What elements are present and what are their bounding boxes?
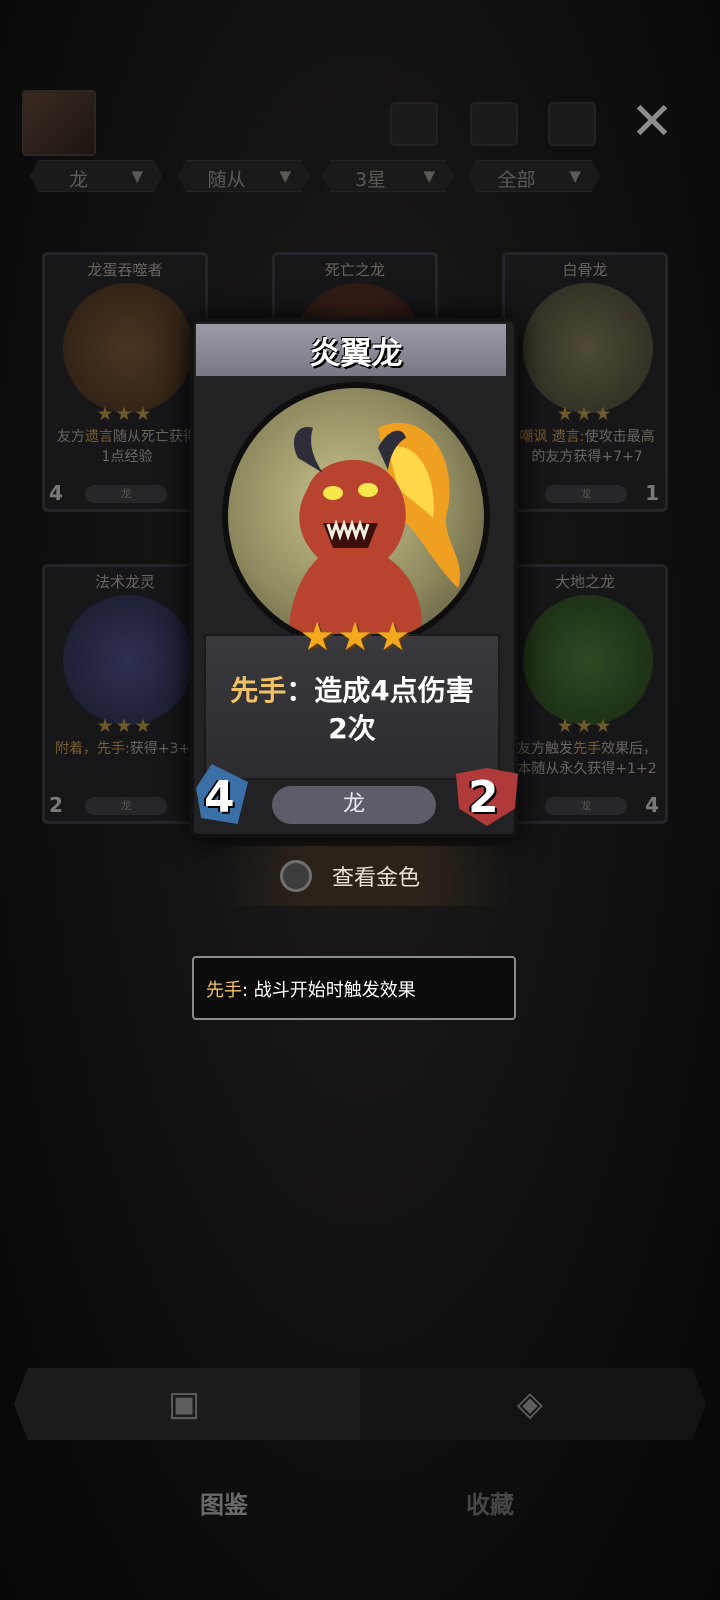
card-title: 炎翼龙 bbox=[309, 336, 403, 372]
desc-text: 2次 bbox=[328, 712, 376, 745]
filter-stars[interactable]: 3星 ▼ bbox=[322, 160, 454, 192]
desc-keyword: 先手 bbox=[573, 741, 601, 757]
card-stars: ★★★ bbox=[96, 715, 154, 737]
cards-icon: ▣ bbox=[167, 1384, 201, 1424]
dragon-portrait bbox=[222, 382, 490, 650]
filter-label: 3星 bbox=[354, 169, 387, 191]
desc-keyword[interactable]: 先手 bbox=[230, 674, 286, 707]
filter-dropdown-icon: ▼ bbox=[423, 167, 435, 185]
keyword-tooltip: 先手: 战斗开始时触发效果 bbox=[192, 956, 516, 1020]
gear-icon[interactable] bbox=[548, 102, 596, 146]
card-tribe: 龙 bbox=[545, 797, 627, 815]
card-description: 先手：造成4点伤害 2次 bbox=[204, 672, 500, 748]
tab-codex[interactable]: ▣ bbox=[14, 1368, 360, 1440]
filter-label: 全部 bbox=[497, 169, 536, 191]
minion-card[interactable]: 法术龙灵 ★★★ 附着，先手:获得+3+3 龙 2 bbox=[42, 564, 208, 824]
card-title: 死亡之龙 bbox=[324, 261, 385, 279]
filter-label: 龙 bbox=[68, 169, 88, 191]
desc-keyword: 附着，先手: bbox=[55, 741, 130, 757]
card-tribe: 龙 bbox=[545, 485, 627, 503]
card-health: 4 bbox=[645, 793, 659, 817]
minion-card[interactable]: 白骨龙 ★★★ 嘲讽 遗言:使攻击最高的友方获得+7+7 龙 1 bbox=[502, 252, 668, 512]
filter-dropdown-icon: ▼ bbox=[131, 167, 143, 185]
card-stars: ★★★ bbox=[299, 614, 413, 660]
card-description: 附着，先手:获得+3+3 bbox=[55, 739, 199, 759]
minion-card[interactable]: 大地之龙 ★★★ 友方触发先手效果后，本随从永久获得+1+2 龙 4 bbox=[502, 564, 668, 824]
card-title: 龙蛋吞噬者 bbox=[87, 261, 163, 279]
tooltip-keyword: 先手 bbox=[206, 980, 242, 1001]
filter-all[interactable]: 全部 ▼ bbox=[468, 160, 600, 192]
menu-icon[interactable] bbox=[390, 102, 438, 146]
card-tribe: 龙 bbox=[272, 786, 436, 824]
desc-keyword: 遗言 bbox=[85, 429, 113, 445]
card-stars: ★★★ bbox=[96, 403, 154, 425]
desc-text: 随从死亡获得1点经验 bbox=[101, 429, 197, 465]
card-tribe: 龙 bbox=[85, 797, 167, 815]
card-title: 大地之龙 bbox=[554, 573, 615, 591]
tooltip-text: 先手: 战斗开始时触发效果 bbox=[206, 976, 416, 1002]
radio-button[interactable] bbox=[280, 860, 312, 892]
desc-keyword: 嘲讽 遗言: bbox=[519, 429, 585, 445]
view-gold-toggle[interactable]: 查看金色 bbox=[220, 846, 510, 906]
card-attack: 4 bbox=[49, 481, 63, 505]
card-attack: 4 bbox=[204, 772, 235, 823]
filter-dropdown-icon: ▼ bbox=[569, 167, 581, 185]
tab-collection-label[interactable]: 收藏 bbox=[466, 1485, 514, 1520]
card-stars: ★★★ bbox=[556, 715, 614, 737]
tooltip-description: : 战斗开始时触发效果 bbox=[242, 980, 416, 1001]
card-description: 嘲讽 遗言:使攻击最高的友方获得+7+7 bbox=[515, 427, 659, 467]
tab-codex-label[interactable]: 图鉴 bbox=[200, 1485, 248, 1520]
close-icon[interactable]: ✕ bbox=[624, 94, 680, 150]
card-title: 白骨龙 bbox=[562, 261, 608, 279]
card-health: 2 bbox=[468, 772, 499, 823]
collection-icon: ◈ bbox=[516, 1384, 544, 1424]
card-description: 友方遗言随从死亡获得1点经验 bbox=[55, 427, 199, 467]
card-portrait bbox=[63, 595, 193, 725]
filter-label: 随从 bbox=[207, 169, 246, 191]
card-tribe: 龙 bbox=[85, 485, 167, 503]
view-gold-label: 查看金色 bbox=[332, 866, 421, 891]
top-bar: ✕ bbox=[0, 88, 720, 158]
book-icon[interactable] bbox=[470, 102, 518, 146]
filter-tribe[interactable]: 龙 ▼ bbox=[30, 160, 162, 192]
desc-text: ：造成4点伤害 bbox=[286, 674, 474, 707]
desc-text: 友方 bbox=[57, 429, 85, 445]
tab-collection[interactable]: ◈ bbox=[360, 1368, 706, 1440]
filter-dropdown-icon: ▼ bbox=[279, 167, 291, 185]
card-stars: ★★★ bbox=[556, 403, 614, 425]
card-attack: 2 bbox=[49, 793, 63, 817]
card-health: 1 bbox=[645, 481, 659, 505]
card-portrait bbox=[523, 595, 653, 725]
filter-type[interactable]: 随从 ▼ bbox=[178, 160, 310, 192]
card-portrait bbox=[523, 283, 653, 413]
filter-bar: 龙 ▼ 随从 ▼ 3星 ▼ 全部 ▼ bbox=[30, 160, 610, 194]
card-title: 法术龙灵 bbox=[94, 573, 155, 591]
card-description: 友方触发先手效果后，本随从永久获得+1+2 bbox=[515, 739, 659, 779]
selected-card[interactable]: 炎翼龙 ★★★ 先手：造成4点伤害 2次 龙 4 2 bbox=[186, 316, 526, 846]
avatar[interactable] bbox=[22, 90, 96, 156]
fire-dragon-icon bbox=[288, 422, 461, 644]
minion-card[interactable]: 龙蛋吞噬者 ★★★ 友方遗言随从死亡获得1点经验 龙 4 bbox=[42, 252, 208, 512]
card-portrait bbox=[63, 283, 193, 413]
bottom-nav: ▣ ◈ bbox=[14, 1368, 706, 1440]
